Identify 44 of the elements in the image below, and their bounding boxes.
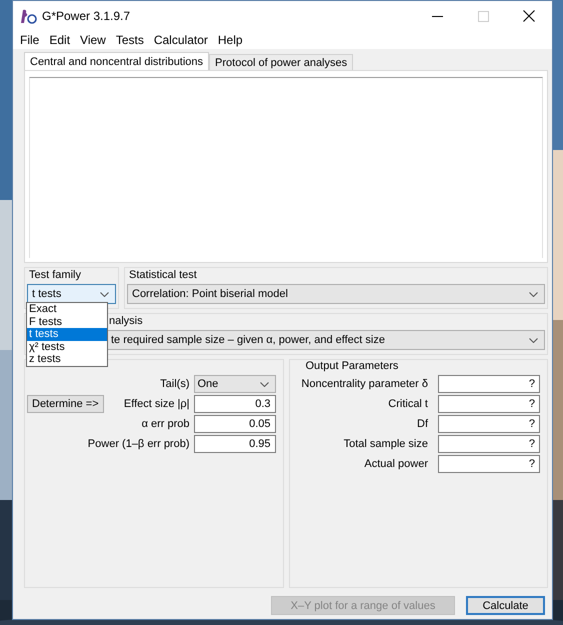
group-label: Output Parameters	[306, 360, 400, 373]
menu-item[interactable]: Edit	[44, 33, 76, 47]
output-field[interactable]: ?	[438, 455, 540, 473]
output-field[interactable]: ?	[438, 435, 540, 453]
field-label: Noncentrality parameter δ	[300, 378, 428, 390]
chevron-down-icon	[100, 292, 109, 296]
tails-dropdown[interactable]: One	[194, 375, 276, 393]
dropdown-option[interactable]: χ² tests	[27, 340, 107, 353]
menu-item[interactable]: Calculator	[148, 33, 213, 47]
determine-button[interactable]: Determine =>	[27, 395, 104, 413]
dropdown-option[interactable]: t tests	[27, 328, 107, 340]
input-field[interactable]: 0.95	[194, 435, 276, 453]
field-label: Power (1–β err prob)	[86, 438, 190, 450]
menu-item[interactable]: View	[75, 33, 111, 47]
chevron-down-icon	[260, 382, 268, 386]
group-label: nalysis	[109, 315, 144, 328]
app-icon	[19, 8, 37, 24]
chevron-down-icon	[529, 292, 538, 296]
field-label: Df	[416, 418, 428, 430]
chevron-down-icon	[529, 338, 538, 342]
field-label: Actual power	[363, 458, 428, 470]
field-label: Effect size |ρ|	[122, 398, 190, 410]
test-family-dropdown[interactable]: t tests	[27, 284, 116, 304]
input-field[interactable]: 0.05	[194, 415, 276, 433]
output-field[interactable]: ?	[438, 415, 540, 433]
menu-item[interactable]: Help	[212, 33, 248, 47]
menu-item[interactable]: File	[15, 33, 44, 47]
maximize-icon	[478, 10, 488, 22]
output-field[interactable]: ?	[438, 375, 540, 393]
field-label: Total sample size	[342, 438, 428, 450]
field-label: α err prob	[140, 418, 190, 430]
group-label: Statistical test	[129, 269, 198, 282]
output-field[interactable]: ?	[438, 395, 540, 413]
statistical-test-dropdown[interactable]: Correlation: Point biserial model	[127, 284, 545, 304]
field-label: Tail(s)	[159, 378, 190, 390]
window-title: G*Power 3.1.9.7	[42, 9, 132, 23]
tab[interactable]: Central and noncentral distributions	[24, 52, 210, 70]
calculate-button[interactable]: Calculate	[466, 596, 545, 615]
field-label: Critical t	[387, 398, 428, 410]
menu-item[interactable]: Tests	[110, 33, 149, 47]
close-icon	[523, 10, 535, 22]
group-label: Test family	[29, 269, 82, 282]
input-field[interactable]: 0.3	[194, 395, 276, 413]
tab[interactable]: Protocol of power analyses	[209, 54, 354, 70]
